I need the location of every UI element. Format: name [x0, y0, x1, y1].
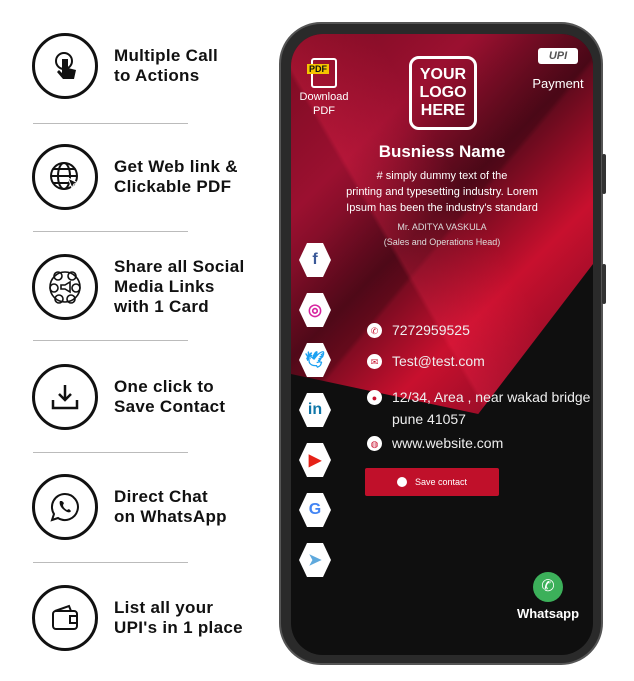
website[interactable]: www.website.com — [392, 432, 503, 454]
linkedin-icon: in — [307, 401, 323, 418]
divider — [33, 231, 188, 232]
divider — [33, 123, 188, 124]
feature-call-to-actions: Multiple Call to Actions — [32, 31, 262, 101]
feature-social: Share all Social Media Links with 1 Card — [32, 252, 262, 322]
instagram-icon: ◎ — [308, 302, 322, 319]
social-telegram-button[interactable]: ➤ — [299, 543, 331, 577]
social-youtube-button[interactable]: ▶ — [299, 443, 331, 477]
tagline: # simply dummy text of the printing and … — [346, 170, 538, 214]
social-google-business-button[interactable]: G — [299, 493, 331, 527]
phone-icon: ✆ — [367, 323, 382, 338]
phone-row[interactable]: ✆ 7272959525 — [367, 319, 470, 341]
power-button — [602, 264, 606, 304]
upi-payment-button[interactable]: UPI Payment — [527, 48, 589, 91]
feature-save-contact: One click to Save Contact — [32, 362, 262, 432]
telegram-icon: ➤ — [308, 552, 322, 569]
pdf-icon: PDF — [307, 58, 337, 88]
feature-label: Share all Social Media Links with 1 Card — [114, 257, 245, 316]
divider — [33, 452, 188, 453]
email[interactable]: Test@test.com — [392, 350, 485, 372]
social-linkedin-button[interactable]: in — [299, 393, 331, 427]
save-contact-label: Save contact — [414, 477, 468, 487]
website-row[interactable]: ◍ www.website.com — [367, 432, 503, 454]
whatsapp-icon: ✆ — [533, 572, 563, 602]
whatsapp-label: Whatsapp — [516, 606, 580, 621]
facebook-icon: f — [312, 251, 318, 268]
contact-icon — [396, 477, 407, 487]
download-label: Download PDF — [299, 91, 349, 117]
feature-web-link: Get Web link & Clickable PDF — [32, 142, 262, 212]
email-row[interactable]: ✉ Test@test.com — [367, 350, 485, 372]
social-icon — [32, 254, 98, 320]
twitter-icon: 🕊 — [304, 352, 326, 369]
location-icon: ● — [367, 390, 382, 405]
globe-icon: ◍ — [367, 436, 382, 451]
divider — [33, 562, 188, 563]
whatsapp-button[interactable]: ✆ Whatsapp — [513, 572, 583, 621]
digital-card-screen: PDF Download PDF YOUR LOGO HERE UPI Paym… — [291, 34, 593, 655]
address[interactable]: 12/34, Area , near wakad bridge pune 410… — [392, 386, 590, 430]
download-pdf-button[interactable]: PDF Download PDF — [299, 58, 349, 118]
feature-label: Direct Chat on WhatsApp — [114, 487, 227, 526]
google-business-icon: G — [308, 501, 322, 518]
feature-label: One click to Save Contact — [114, 377, 226, 416]
volume-button — [602, 154, 606, 194]
phone-number[interactable]: 7272959525 — [392, 319, 470, 341]
youtube-icon: ▶ — [308, 452, 322, 469]
person-name: Mr. ADITYA VASKULA — [397, 222, 487, 232]
address-row[interactable]: ● 12/34, Area , near wakad bridge pune 41… — [367, 386, 590, 430]
logo-text: YOUR LOGO HERE — [419, 66, 467, 119]
feature-label: Multiple Call to Actions — [114, 46, 219, 85]
person-role: (Sales and Operations Head) — [383, 237, 501, 247]
feature-label: List all your UPI's in 1 place — [114, 598, 243, 637]
download-icon — [32, 364, 98, 430]
feature-label: Get Web link & Clickable PDF — [114, 157, 238, 196]
email-icon: ✉ — [367, 354, 382, 369]
wallet-icon — [32, 585, 98, 651]
phone-mockup: PDF Download PDF YOUR LOGO HERE UPI Paym… — [279, 22, 606, 665]
business-name: Busniess Name — [378, 142, 506, 161]
feature-whatsapp: Direct Chat on WhatsApp — [32, 472, 262, 542]
payment-label: Payment — [532, 76, 584, 91]
feature-upi: List all your UPI's in 1 place — [32, 583, 262, 653]
whatsapp-icon — [32, 474, 98, 540]
divider — [33, 340, 188, 341]
pdf-badge: PDF — [307, 64, 329, 74]
logo: YOUR LOGO HERE — [409, 56, 477, 130]
save-contact-button[interactable]: Save contact — [365, 468, 499, 496]
upi-logo: UPI — [538, 48, 578, 64]
globe-cursor-icon — [32, 144, 98, 210]
touch-icon — [32, 33, 98, 99]
